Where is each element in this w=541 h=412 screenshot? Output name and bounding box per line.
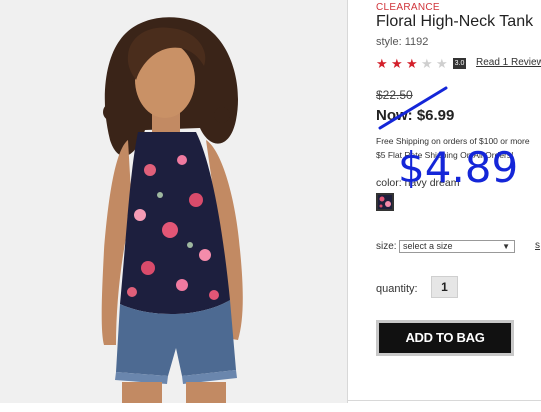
size-select[interactable]: select a size ▼: [399, 240, 515, 253]
model-photo: [0, 0, 347, 403]
size-chart-link[interactable]: s: [535, 240, 540, 251]
product-image[interactable]: [0, 0, 347, 403]
quantity-input[interactable]: 1: [431, 276, 458, 298]
handwritten-price: $4.89: [398, 143, 519, 192]
quantity-label: quantity:: [376, 283, 418, 295]
size-select-value: select a size: [403, 241, 453, 251]
product-info-panel: CLEARANCE Floral High-Neck Tank style: 1…: [376, 0, 541, 412]
add-to-bag-button[interactable]: ADD TO BAG: [376, 320, 514, 356]
size-label: size:: [376, 241, 397, 252]
chevron-down-icon: ▼: [502, 242, 510, 251]
panel-divider: [347, 0, 348, 403]
